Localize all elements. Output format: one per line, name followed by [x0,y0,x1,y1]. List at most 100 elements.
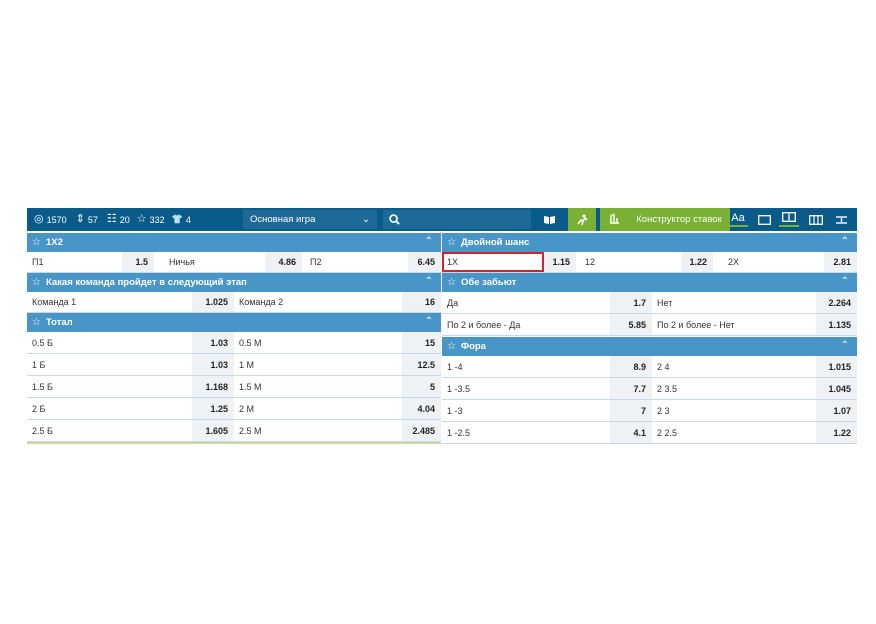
search-input[interactable] [383,210,531,229]
outcome-odd[interactable]: 1.045 [816,378,857,399]
outcome-odd[interactable]: 1.015 [816,356,857,377]
outcome-name[interactable]: 2 4 [652,356,816,377]
market-header-both-score[interactable]: ☆ Обе забьют ⌃ [442,273,857,292]
outcome-odd[interactable]: 4.1 [610,422,652,443]
chevron-up-icon[interactable]: ⌃ [841,236,849,247]
outcome-name[interactable]: 1 -2.5 [442,422,610,443]
outcome-odd[interactable]: 1.135 [816,314,857,335]
outcome-odd[interactable]: 1.22 [681,252,713,272]
outcome-odd[interactable]: 1.22 [816,422,857,443]
outcome-odd[interactable]: 8.9 [610,356,652,377]
market-header-total[interactable]: ☆ Тотал ⌃ [27,313,441,332]
outcome-name[interactable]: 1 -3.5 [442,378,610,399]
outcome-odd[interactable]: 2.485 [402,420,441,441]
outcome-name[interactable]: 2.5 Б [27,420,192,441]
star-icon[interactable]: ☆ [32,317,41,328]
outcome-odd[interactable]: 1.5 [122,252,154,272]
outcome-name[interactable]: 2 3 [652,400,816,421]
outcome-name[interactable]: П1 [27,252,122,272]
outcome-name[interactable]: 12 [580,252,681,272]
layout-single-button[interactable] [755,208,773,231]
chevron-up-icon[interactable]: ⌃ [841,276,849,287]
outcome-name[interactable]: Команда 2 [234,292,402,312]
outcome-odd[interactable]: 1.605 [192,420,234,441]
outcome-name[interactable]: По 2 и более - Нет [652,314,816,335]
outcome-name[interactable]: 2 М [234,398,402,419]
outcome-name[interactable]: 2 Б [27,398,192,419]
stat-sort[interactable]: ⇕ 57 [76,208,98,231]
outcome-odd[interactable]: 12.5 [402,354,441,375]
sort-icon: ⇕ [75,213,85,225]
chevron-up-icon[interactable]: ⌃ [841,340,849,351]
shirt-icon: 👕 [171,214,183,224]
outcome-odd[interactable]: 4.86 [265,252,302,272]
market-header-double-chance[interactable]: ☆ Двойной шанс ⌃ [442,233,857,252]
outcome-name[interactable]: 2 3.5 [652,378,816,399]
outcome-odd[interactable]: 1.03 [192,354,234,375]
stat-shirt[interactable]: 👕 4 [172,208,191,231]
game-select[interactable]: Основная игра ⌄ [243,210,377,229]
outcome-odd[interactable]: 7 [610,400,652,421]
star-icon[interactable]: ☆ [447,237,456,248]
outcome-name[interactable]: По 2 и более - Да [442,314,610,335]
outcome-odd[interactable]: 16 [402,292,441,312]
layout-two-columns-button[interactable] [778,208,800,231]
chevron-up-icon[interactable]: ⌃ [425,236,433,247]
outcome-odd[interactable]: 1.168 [192,376,234,397]
market-header-handicap[interactable]: ☆ Фора ⌃ [442,337,857,356]
star-icon[interactable]: ☆ [32,237,41,248]
collapse-all-button[interactable] [831,208,851,231]
outcome-name[interactable]: 1.5 М [234,376,402,397]
outcome-name[interactable]: 1 М [234,354,402,375]
outcome-name[interactable]: 2.5 М [234,420,402,441]
outcome-odd[interactable]: 1.07 [816,400,857,421]
outcome-name[interactable]: 2 2.5 [652,422,816,443]
layout-two-columns-icon [782,212,796,222]
outcome-odd[interactable]: 1.025 [192,292,234,312]
stat-target[interactable]: ◎ 1570 [34,208,67,231]
rules-button[interactable] [537,208,561,231]
outcome-name[interactable]: Ничья [164,252,265,272]
outcome-name-selected[interactable]: 1X [442,252,544,272]
star-icon[interactable]: ☆ [447,341,456,352]
font-size-button[interactable]: Аа [728,208,748,231]
constructor-icon [600,212,628,227]
outcome-name[interactable]: Команда 1 [27,292,192,312]
outcome-odd[interactable]: 2.264 [816,292,857,313]
outcome-odd[interactable]: 1.25 [192,398,234,419]
outcome-name[interactable]: 0.5 М [234,332,402,353]
outcome-name[interactable]: 2X [723,252,824,272]
chevron-up-icon[interactable]: ⌃ [425,276,433,287]
outcome-odd[interactable]: 15 [402,332,441,353]
market-row: Команда 1 1.025 Команда 2 16 [27,292,441,313]
market-header-1x2[interactable]: ☆ 1X2 ⌃ [27,233,441,252]
layout-three-columns-button[interactable] [806,208,826,231]
outcome-odd[interactable]: 1.7 [610,292,652,313]
outcome-name[interactable]: 0.5 Б [27,332,192,353]
outcome-name[interactable]: 1.5 Б [27,376,192,397]
outcome-odd[interactable]: 5.85 [610,314,652,335]
chevron-up-icon[interactable]: ⌃ [425,316,433,327]
star-icon[interactable]: ☆ [32,277,41,288]
outcome-name[interactable]: Да [442,292,610,313]
market-header-next-stage[interactable]: ☆ Какая команда пройдет в следующий этап… [27,273,441,292]
outcome-odd[interactable]: 2.81 [824,252,857,272]
outcome-name[interactable]: П2 [305,252,408,272]
outcome-name[interactable]: 1 Б [27,354,192,375]
outcome-odd[interactable]: 4.04 [402,398,441,419]
outcome-odd[interactable]: 1.03 [192,332,234,353]
market-row: 1.5 Б 1.168 1.5 М5 [27,376,441,398]
outcome-odd[interactable]: 7.7 [610,378,652,399]
star-icon[interactable]: ☆ [447,277,456,288]
outcome-odd[interactable]: 6.45 [408,252,441,272]
outcome-name[interactable]: 1 -3 [442,400,610,421]
market-title: Двойной шанс [460,237,530,248]
statistics-button[interactable] [568,208,596,231]
outcome-odd[interactable]: 1.15 [544,252,576,272]
stat-list[interactable]: ☷ 20 [107,208,130,231]
stat-favorites[interactable]: ☆ 332 [137,208,165,231]
outcome-name[interactable]: Нет [652,292,816,313]
outcome-name[interactable]: 1 -4 [442,356,610,377]
outcome-odd[interactable]: 5 [402,376,441,397]
bet-constructor-button[interactable]: Конструктор ставок [600,208,730,231]
